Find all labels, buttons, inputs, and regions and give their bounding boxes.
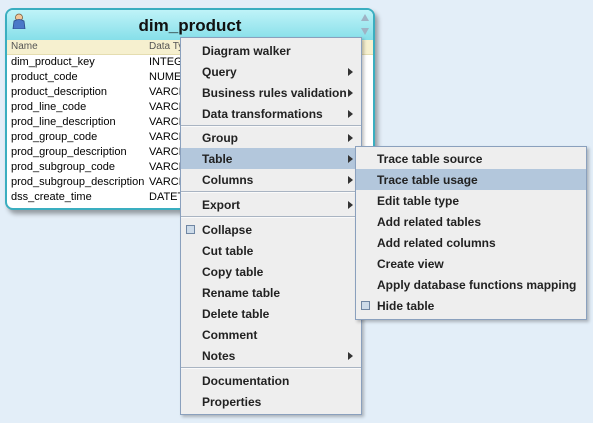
submenu-arrow-icon xyxy=(348,176,353,184)
submenu-arrow-icon xyxy=(348,68,353,76)
menu-item-export[interactable]: Export xyxy=(181,194,361,215)
menu-separator xyxy=(181,367,361,369)
submenu-arrow-icon xyxy=(348,134,353,142)
header-name: Name xyxy=(11,41,38,52)
menu-separator xyxy=(181,191,361,193)
submenu-item-trace-table-source[interactable]: Trace table source xyxy=(356,148,586,169)
submenu-arrow-icon xyxy=(348,110,353,118)
menu-item-diagram-walker[interactable]: Diagram walker xyxy=(181,40,361,61)
column-name: product_code xyxy=(11,71,78,83)
menu-item-collapse[interactable]: Collapse xyxy=(181,219,361,240)
submenu-arrow-icon xyxy=(348,201,353,209)
scroll-down-icon[interactable] xyxy=(361,28,369,35)
menu-item-columns[interactable]: Columns xyxy=(181,169,361,190)
submenu-arrow-icon xyxy=(348,352,353,360)
submenu-item-create-view[interactable]: Create view xyxy=(356,253,586,274)
submenu-arrow-icon xyxy=(348,89,353,97)
column-name: prod_group_code xyxy=(11,131,98,143)
menu-item-documentation[interactable]: Documentation xyxy=(181,370,361,391)
column-type: DATET xyxy=(149,191,185,203)
menu-item-delete-table[interactable]: Delete table xyxy=(181,303,361,324)
table-node-header[interactable]: dim_product xyxy=(7,10,373,40)
submenu-arrow-icon xyxy=(348,155,353,163)
menu-separator xyxy=(181,216,361,218)
table-title: dim_product xyxy=(138,16,242,35)
checkbox-icon xyxy=(361,301,370,310)
menu-item-group[interactable]: Group xyxy=(181,127,361,148)
menu-item-data-transformations[interactable]: Data transformations xyxy=(181,103,361,124)
scroll-up-icon[interactable] xyxy=(361,14,369,21)
menu-item-properties[interactable]: Properties xyxy=(181,391,361,412)
context-menu: Diagram walker Query Business rules vali… xyxy=(180,37,362,415)
column-name: prod_line_description xyxy=(11,116,116,128)
column-name: prod_group_description xyxy=(11,146,127,158)
menu-item-copy-table[interactable]: Copy table xyxy=(181,261,361,282)
menu-item-query[interactable]: Query xyxy=(181,61,361,82)
submenu-item-hide-table[interactable]: Hide table xyxy=(356,295,586,316)
submenu-item-apply-database-functions-mapping[interactable]: Apply database functions mapping xyxy=(356,274,586,295)
menu-item-notes[interactable]: Notes xyxy=(181,345,361,366)
checkbox-icon xyxy=(186,225,195,234)
column-name: dim_product_key xyxy=(11,56,95,68)
menu-item-rename-table[interactable]: Rename table xyxy=(181,282,361,303)
menu-item-business-rules-validation[interactable]: Business rules validation xyxy=(181,82,361,103)
column-name: prod_line_code xyxy=(11,101,87,113)
column-name: prod_subgroup_code xyxy=(11,161,115,173)
column-name: dss_create_time xyxy=(11,191,92,203)
column-name: product_description xyxy=(11,86,108,98)
table-submenu: Trace table source Trace table usage Edi… xyxy=(355,146,587,320)
menu-item-cut-table[interactable]: Cut table xyxy=(181,240,361,261)
column-name: prod_subgroup_description xyxy=(11,176,145,188)
header-data-type: Data Ty xyxy=(149,41,184,52)
submenu-item-trace-table-usage[interactable]: Trace table usage xyxy=(356,169,586,190)
menu-item-table[interactable]: Table xyxy=(181,148,361,169)
submenu-item-add-related-columns[interactable]: Add related columns xyxy=(356,232,586,253)
menu-item-comment[interactable]: Comment xyxy=(181,324,361,345)
submenu-item-add-related-tables[interactable]: Add related tables xyxy=(356,211,586,232)
submenu-item-edit-table-type[interactable]: Edit table type xyxy=(356,190,586,211)
